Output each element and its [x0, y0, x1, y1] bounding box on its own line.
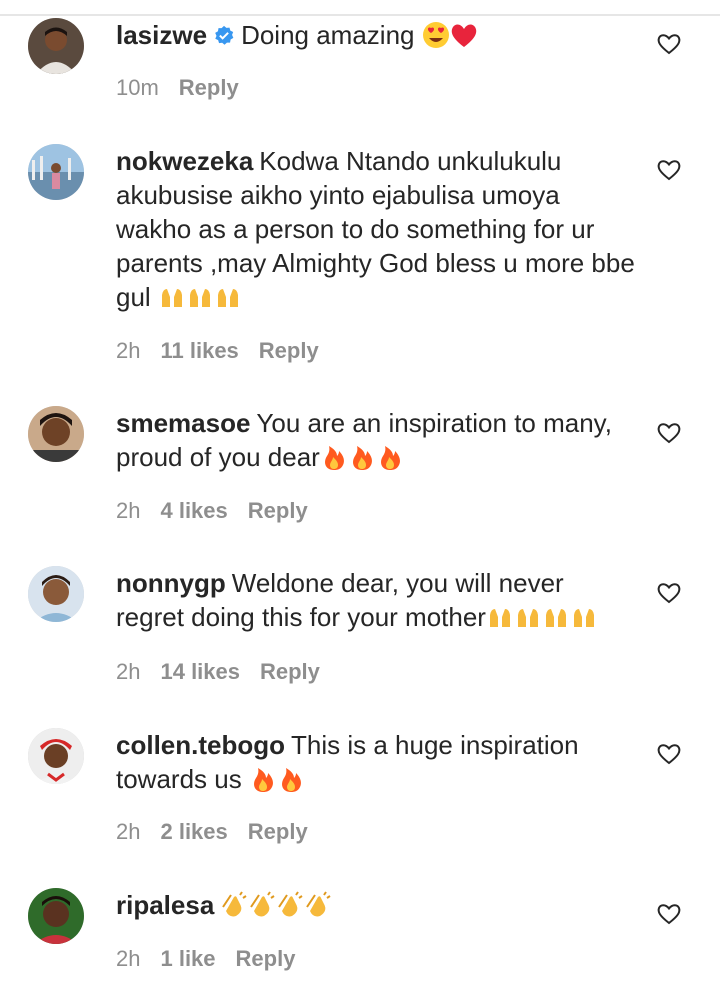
- clapping-hands-emoji-icon: [250, 891, 275, 917]
- likes-count[interactable]: 1 like: [160, 946, 215, 971]
- fire-emoji-icon: [324, 446, 344, 470]
- timestamp: 2h: [116, 338, 141, 363]
- reply-button[interactable]: Reply: [179, 75, 239, 100]
- username[interactable]: nokwezeka: [116, 146, 253, 176]
- reply-button[interactable]: Reply: [236, 946, 296, 971]
- clapping-hands-emoji-icon: [306, 891, 331, 917]
- raising-hands-emoji-icon: [189, 289, 210, 307]
- likes-count[interactable]: 14 likes: [160, 659, 240, 684]
- emoji-group: [486, 602, 598, 632]
- comment-body: nonnygp Weldone dear, you will never regr…: [116, 566, 636, 634]
- likes-count[interactable]: 2 likes: [160, 819, 227, 844]
- like-heart-icon[interactable]: [656, 902, 682, 926]
- username[interactable]: smemasoe: [116, 408, 250, 438]
- reply-button[interactable]: Reply: [248, 498, 308, 523]
- timestamp: 2h: [116, 498, 141, 523]
- reply-button[interactable]: Reply: [259, 338, 319, 363]
- raising-hands-emoji-icon: [573, 609, 594, 627]
- avatar[interactable]: [28, 406, 84, 462]
- fire-emoji-icon: [380, 446, 400, 470]
- username[interactable]: lasizwe: [116, 20, 207, 50]
- avatar[interactable]: [28, 728, 84, 784]
- comment-text: Doing amazing: [241, 20, 415, 50]
- raising-hands-emoji-icon: [161, 289, 182, 307]
- avatar[interactable]: [28, 888, 84, 944]
- comment-meta: 2h 11 likes Reply: [116, 336, 339, 366]
- username[interactable]: nonnygp: [116, 568, 226, 598]
- fire-emoji-icon: [352, 446, 372, 470]
- raising-hands-emoji-icon: [517, 609, 538, 627]
- avatar[interactable]: [28, 144, 84, 200]
- reply-button[interactable]: Reply: [260, 659, 320, 684]
- likes-count[interactable]: 4 likes: [160, 498, 227, 523]
- avatar[interactable]: [28, 566, 84, 622]
- reply-button[interactable]: Reply: [248, 819, 308, 844]
- username[interactable]: ripalesa: [116, 890, 214, 920]
- raising-hands-emoji-icon: [545, 609, 566, 627]
- timestamp: 2h: [116, 659, 141, 684]
- top-divider: [0, 0, 720, 16]
- comment-body: smemasoe You are an inspiration to many, …: [116, 406, 636, 474]
- raising-hands-emoji-icon: [489, 609, 510, 627]
- red-heart-emoji-icon: [451, 24, 476, 47]
- avatar[interactable]: [28, 18, 84, 74]
- comment-body: nokwezeka Kodwa Ntando unkulukulu akubusi…: [116, 144, 636, 314]
- clapping-hands-emoji-icon: [278, 891, 303, 917]
- like-heart-icon[interactable]: [656, 158, 682, 182]
- comment-meta: 2h 1 like Reply: [116, 944, 315, 974]
- comment-meta: 2h 14 likes Reply: [116, 657, 340, 687]
- likes-count[interactable]: 11 likes: [160, 338, 238, 363]
- like-heart-icon[interactable]: [656, 421, 682, 445]
- like-heart-icon[interactable]: [656, 742, 682, 766]
- comment-meta: 2h 2 likes Reply: [116, 817, 328, 847]
- username[interactable]: collen.tebogo: [116, 730, 285, 760]
- clapping-hands-emoji-icon: [222, 891, 247, 917]
- like-heart-icon[interactable]: [656, 32, 682, 56]
- emoji-group: [220, 890, 332, 920]
- timestamp: 2h: [116, 819, 141, 844]
- comment-body: ripalesa: [116, 888, 636, 922]
- timestamp: 2h: [116, 946, 141, 971]
- emoji-group: [320, 442, 404, 472]
- comment-meta: 2h 4 likes Reply: [116, 496, 328, 526]
- comment-meta: 10m Reply: [116, 73, 259, 103]
- fire-emoji-icon: [254, 768, 273, 792]
- verified-badge-icon: [215, 25, 234, 45]
- like-heart-icon[interactable]: [656, 581, 682, 605]
- fire-emoji-icon: [282, 768, 301, 792]
- comment-body: lasizwe Doing amazing: [116, 18, 636, 52]
- timestamp: 10m: [116, 75, 159, 100]
- raising-hands-emoji-icon: [217, 289, 238, 307]
- emoji-group: [249, 764, 305, 794]
- comment-body: collen.tebogo This is a huge inspiration …: [116, 728, 636, 796]
- emoji-group: [158, 282, 242, 312]
- heart-eyes-emoji-icon: [422, 22, 449, 48]
